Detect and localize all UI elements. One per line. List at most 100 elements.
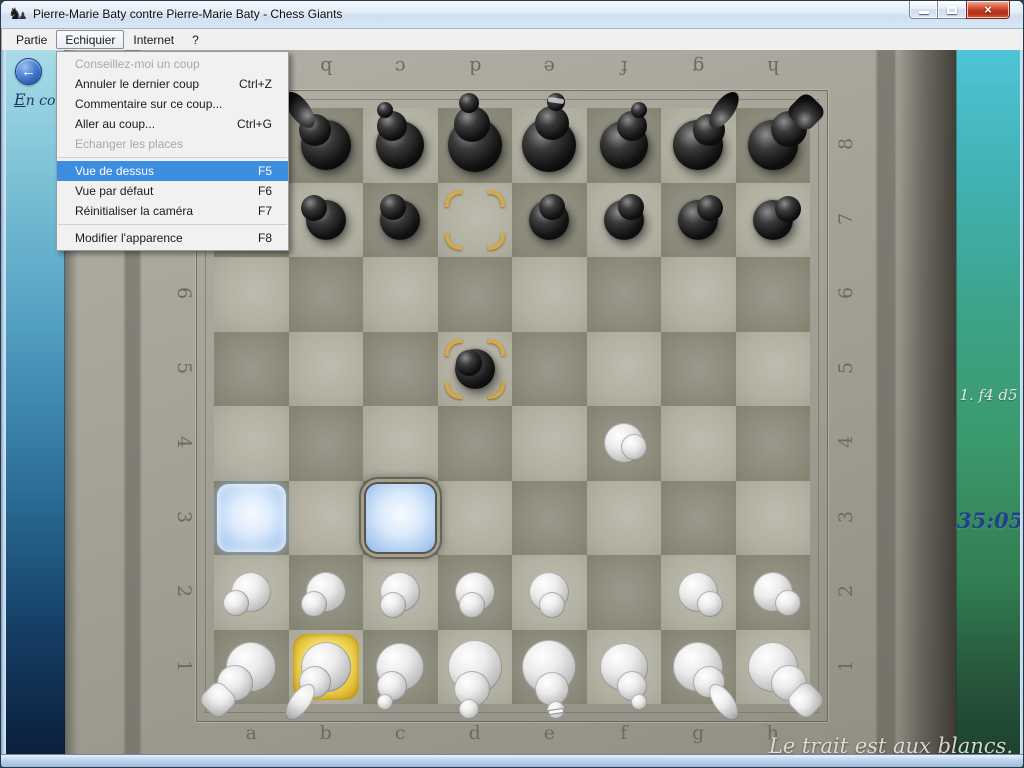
square-h5[interactable] bbox=[736, 332, 811, 407]
rank-label-left-1: 1 bbox=[173, 651, 195, 681]
gold-corner-icon bbox=[445, 382, 462, 399]
file-label-bottom-f: f bbox=[587, 722, 662, 744]
square-h4[interactable] bbox=[736, 406, 811, 481]
square-c6[interactable] bbox=[363, 257, 438, 332]
square-e6[interactable] bbox=[512, 257, 587, 332]
square-e5[interactable] bbox=[512, 332, 587, 407]
menu-item-label: Vue de dessus bbox=[75, 164, 154, 178]
square-g4[interactable] bbox=[661, 406, 736, 481]
menu-item[interactable]: Echanger les places bbox=[57, 134, 288, 154]
queen-layer bbox=[459, 699, 479, 719]
menu-item-label: Annuler le dernier coup bbox=[75, 77, 199, 91]
menu-item[interactable]: Conseillez-moi un coup bbox=[57, 54, 288, 74]
square-e4[interactable] bbox=[512, 406, 587, 481]
close-icon: × bbox=[984, 3, 992, 16]
menu-item-label: Vue par défaut bbox=[75, 184, 153, 198]
square-e3[interactable] bbox=[512, 481, 587, 556]
square-c5[interactable] bbox=[363, 332, 438, 407]
square-d6[interactable] bbox=[438, 257, 513, 332]
menu-item-label: Aller au coup... bbox=[75, 117, 155, 131]
menubar-item-partie[interactable]: Partie bbox=[7, 30, 56, 49]
square-g5[interactable] bbox=[661, 332, 736, 407]
back-arrow-icon: ← bbox=[21, 63, 36, 80]
menubar-item-echiquier[interactable]: Echiquier bbox=[56, 30, 124, 49]
square-a6[interactable] bbox=[214, 257, 289, 332]
rank-label-right-5: 5 bbox=[835, 353, 857, 383]
square-h6[interactable] bbox=[736, 257, 811, 332]
menu-item-shortcut: F5 bbox=[258, 164, 272, 178]
rank-label-left-2: 2 bbox=[173, 576, 195, 606]
close-button[interactable]: × bbox=[966, 1, 1010, 19]
gold-corner-icon bbox=[488, 339, 505, 356]
file-label-top-f: f bbox=[587, 56, 662, 78]
title-bar[interactable]: ♞♟ Pierre-Marie Baty contre Pierre-Marie… bbox=[1, 1, 1023, 29]
menu-item-shortcut: F8 bbox=[258, 231, 272, 245]
gold-corner-icon bbox=[488, 190, 505, 207]
pawn-layer bbox=[697, 195, 723, 221]
square-b3[interactable] bbox=[289, 481, 364, 556]
file-label-top-b: b bbox=[289, 56, 364, 78]
menu-item[interactable]: Réinitialiser la caméraF7 bbox=[57, 201, 288, 221]
square-b6[interactable] bbox=[289, 257, 364, 332]
window-border-left bbox=[1, 50, 6, 754]
square-g6[interactable] bbox=[661, 257, 736, 332]
square-a5[interactable] bbox=[214, 332, 289, 407]
square-h3[interactable] bbox=[736, 481, 811, 556]
rank-label-left-4: 4 bbox=[173, 427, 195, 457]
menu-item-label: Conseillez-moi un coup bbox=[75, 57, 200, 71]
rank-label-left-6: 6 bbox=[173, 278, 195, 308]
pawn-layer bbox=[223, 590, 249, 616]
menubar-item-?[interactable]: ? bbox=[183, 30, 208, 49]
square-f2[interactable] bbox=[587, 555, 662, 630]
menu-item-shortcut: Ctrl+G bbox=[237, 117, 272, 131]
board bbox=[214, 108, 810, 704]
square-d3[interactable] bbox=[438, 481, 513, 556]
highlight-move-hint-a3[interactable] bbox=[217, 484, 286, 553]
menu-item[interactable]: Vue de dessus F5 bbox=[57, 161, 288, 181]
menu-item[interactable]: Modifier l'apparence F8 bbox=[57, 228, 288, 248]
rank-label-right-3: 3 bbox=[835, 502, 857, 532]
window-title: Pierre-Marie Baty contre Pierre-Marie Ba… bbox=[33, 7, 342, 21]
gold-corner-icon bbox=[488, 382, 505, 399]
window-controls: × bbox=[909, 1, 1010, 19]
rank-label-left-3: 3 bbox=[173, 502, 195, 532]
square-d4[interactable] bbox=[438, 406, 513, 481]
menubar-item-internet[interactable]: Internet bbox=[124, 30, 183, 49]
app-window: ♞♟ Pierre-Marie Baty contre Pierre-Marie… bbox=[0, 0, 1024, 768]
rank-label-right-2: 2 bbox=[835, 576, 857, 606]
bishop-layer bbox=[377, 102, 393, 118]
menu-item[interactable]: Aller au coup... Ctrl+G bbox=[57, 114, 288, 134]
file-label-bottom-d: d bbox=[438, 722, 513, 744]
file-label-top-g: g bbox=[661, 56, 736, 78]
pawn-layer bbox=[301, 195, 327, 221]
file-label-bottom-a: a bbox=[214, 722, 289, 744]
menu-separator bbox=[58, 224, 287, 225]
square-c4[interactable] bbox=[363, 406, 438, 481]
file-label-bottom-g: g bbox=[661, 722, 736, 744]
window-border-right bbox=[1020, 50, 1024, 754]
minimize-button[interactable] bbox=[909, 1, 938, 19]
maximize-button[interactable] bbox=[938, 1, 966, 19]
pawn-layer bbox=[775, 196, 801, 222]
square-a4[interactable] bbox=[214, 406, 289, 481]
app-icon: ♞♟ bbox=[8, 5, 28, 25]
menu-item-shortcut: F6 bbox=[258, 184, 272, 198]
file-label-bottom-c: c bbox=[363, 722, 438, 744]
square-b4[interactable] bbox=[289, 406, 364, 481]
highlight-move-hint-framed-c3[interactable] bbox=[366, 484, 435, 553]
back-button[interactable]: ← bbox=[15, 58, 42, 85]
square-f3[interactable] bbox=[587, 481, 662, 556]
menu-item[interactable]: Vue par défaut F6 bbox=[57, 181, 288, 201]
menu-item-label: Réinitialiser la caméra bbox=[75, 204, 193, 218]
square-f6[interactable] bbox=[587, 257, 662, 332]
menu-item[interactable]: Commentaire sur ce coup... bbox=[57, 94, 288, 114]
menu-item-label: Echanger les places bbox=[75, 137, 183, 151]
file-label-top-e: e bbox=[512, 56, 587, 78]
square-f5[interactable] bbox=[587, 332, 662, 407]
menu-item-label: Modifier l'apparence bbox=[75, 231, 183, 245]
square-b5[interactable] bbox=[289, 332, 364, 407]
menu-item[interactable]: Annuler le dernier coupCtrl+Z bbox=[57, 74, 288, 94]
square-g3[interactable] bbox=[661, 481, 736, 556]
rank-label-right-8: 8 bbox=[835, 129, 857, 159]
last-move-marker-d7 bbox=[438, 183, 513, 258]
